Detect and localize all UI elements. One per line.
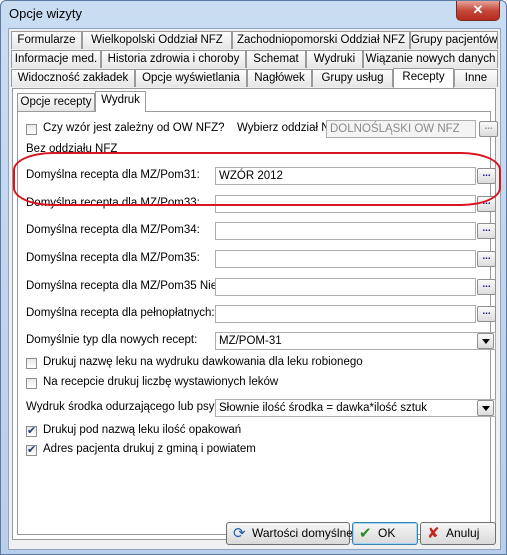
recipe-field-pom35[interactable]	[215, 250, 476, 268]
print-package-count-checkbox[interactable]	[26, 424, 37, 437]
patient-address-checkbox[interactable]	[26, 443, 37, 456]
recipe-label-pom34: Domyślna recepta dla MZ/Pom34:	[26, 224, 200, 236]
recipe-label-pom35-nieb: Domyślna recepta dla MZ/Pom35 Nieb.:	[26, 280, 230, 292]
recipe-browse-pom35[interactable]: ...	[477, 251, 496, 267]
tab-widocznosc-zakladek[interactable]: Widoczność zakładek	[11, 69, 135, 87]
tab-formularze[interactable]: Formularze	[11, 31, 82, 49]
nfz-dependency-checkbox[interactable]	[26, 124, 37, 135]
cancel-icon: ✘	[427, 525, 440, 542]
cancel-button[interactable]: ✘ Anuluj	[420, 522, 496, 545]
default-type-dropdown-icon[interactable]	[477, 333, 494, 349]
print-drug-name-checkbox[interactable]	[26, 358, 37, 369]
print-package-count-label: Drukuj pod nazwą leku ilość opakowań	[43, 424, 242, 436]
print-drug-count-label: Na recepcie drukuj liczbę wystawionych l…	[43, 376, 279, 388]
close-button[interactable]: ✕	[456, 1, 500, 21]
tab-informacje-med[interactable]: Informacje med.	[11, 50, 101, 68]
recipe-field-pom34[interactable]	[215, 222, 476, 240]
tab-grupy-uslug[interactable]: Grupy usług	[312, 69, 393, 87]
tab-row-2: Informacje med. Historia zdrowia i choro…	[9, 50, 500, 69]
tab-opcje-wyswietlania[interactable]: Opcje wyświetlania	[135, 69, 247, 87]
recipe-label-full-price: Domyślna recepta dla pełnopłatnych:	[26, 307, 215, 319]
tab-inne[interactable]: Inne	[454, 69, 498, 87]
subtab-wydruk[interactable]: Wydruk	[95, 91, 146, 112]
recipe-browse-pom35-nieb[interactable]: ...	[477, 279, 496, 295]
recipe-field-full-price[interactable]	[215, 305, 476, 323]
checkmark-icon: ✔	[359, 525, 372, 542]
refresh-icon: ⟳	[233, 525, 246, 542]
recipe-browse-full-price[interactable]: ...	[477, 306, 496, 322]
default-type-label: Domyślnie typ dla nowych recept:	[26, 334, 198, 346]
tab-wiazanie-danych[interactable]: Wiązanie nowych danych	[363, 50, 498, 68]
tab-grupy-pacjentow[interactable]: Grupy pacjentów	[410, 31, 498, 49]
narcotic-print-label: Wydruk środka odurzającego lub psych.:	[26, 401, 233, 413]
recipe-label-pom35: Domyślna recepta dla MZ/Pom35:	[26, 252, 200, 264]
narcotic-print-dropdown-icon[interactable]	[477, 400, 494, 416]
nfz-browse-button: ...	[479, 121, 498, 137]
tab-row-3: Widoczność zakładek Opcje wyświetlania N…	[9, 68, 500, 88]
subtab-opcje-recepty[interactable]: Opcje recepty	[17, 93, 95, 111]
window-title: Opcje wizyty	[9, 6, 82, 21]
default-values-button[interactable]: ⟳ Wartości domyślne	[226, 522, 353, 545]
ok-button[interactable]: ✔ OK	[352, 522, 418, 545]
tab-schemat[interactable]: Schemat	[246, 50, 306, 68]
recipe-browse-pom34[interactable]: ...	[477, 223, 496, 239]
highlight-annotation	[13, 152, 501, 206]
recipe-field-pom35-nieb[interactable]	[215, 278, 476, 296]
tab-row-1: Formularze Wielkopolski Oddział NFZ Zach…	[9, 31, 500, 50]
print-drug-count-checkbox[interactable]	[26, 378, 37, 389]
tab-historia-zdrowia[interactable]: Historia zdrowia i choroby	[101, 50, 246, 68]
dialog-client: Formularze Wielkopolski Oddział NFZ Zach…	[8, 28, 501, 550]
narcotic-print-select[interactable]: Słownie ilość środka = dawka*ilość sztuk	[215, 399, 496, 417]
tab-naglowek[interactable]: Nagłówek	[247, 69, 312, 87]
dialog-window: Opcje wizyty ✕ Formularze Wielkopolski O…	[0, 0, 507, 555]
tab-recepty[interactable]: Recepty	[393, 68, 454, 88]
print-drug-name-label: Drukuj nazwę leku na wydruku dawkowania …	[43, 356, 363, 368]
patient-address-label: Adres pacjenta drukuj z gminą i powiatem	[43, 443, 256, 455]
nfz-department-field: DOLNOŚLĄSKI OW NFZ	[326, 120, 476, 138]
tab-wydruki[interactable]: Wydruki	[306, 50, 363, 68]
nfz-dependency-label: Czy wzór jest zależny od OW NFZ?	[43, 122, 225, 134]
title-bar: Opcje wizyty ✕	[1, 1, 506, 25]
default-type-select[interactable]: MZ/POM-31	[215, 332, 496, 350]
tab-zachodniopomorski[interactable]: Zachodniopomorski Oddział NFZ	[232, 31, 410, 49]
tab-wielkopolski[interactable]: Wielkopolski Oddział NFZ	[82, 31, 232, 49]
